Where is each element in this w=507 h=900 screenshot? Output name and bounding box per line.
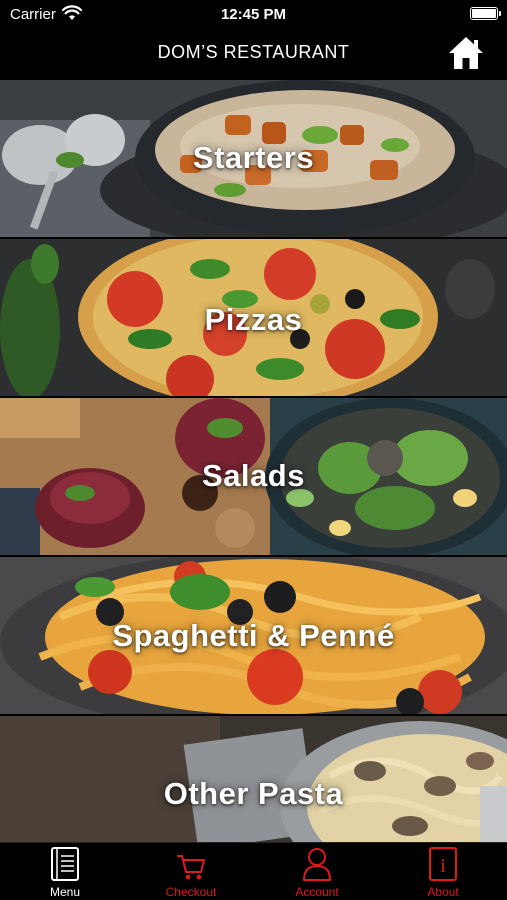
tab-bar: Menu Checkout Account i About <box>0 842 507 900</box>
category-list: Starters Pizzas Salads Spaghetti & Penné… <box>0 80 507 842</box>
menu-book-icon <box>51 847 79 881</box>
navigation-bar: DOM’S RESTAURANT <box>0 30 507 80</box>
clock: 12:45 PM <box>220 6 287 23</box>
category-pizzas[interactable]: Pizzas <box>0 239 507 396</box>
category-spaghetti-penne[interactable]: Spaghetti & Penné <box>0 557 507 714</box>
tab-label: Checkout <box>165 885 217 899</box>
tab-label: Menu <box>49 885 81 899</box>
category-starters[interactable]: Starters <box>0 80 507 237</box>
category-label: Starters <box>192 140 315 175</box>
home-icon[interactable] <box>447 35 485 71</box>
cart-icon <box>177 855 205 880</box>
tab-menu[interactable]: Menu <box>2 843 128 900</box>
category-label: Salads <box>202 458 305 493</box>
category-salads[interactable]: Salads <box>0 398 507 555</box>
page-title: DOM’S RESTAURANT <box>157 42 350 62</box>
category-label: Other Pasta <box>163 776 344 811</box>
category-label: Pizzas <box>204 302 303 337</box>
person-icon <box>303 848 331 881</box>
info-icon: i <box>429 847 457 881</box>
tab-label: About <box>427 885 459 899</box>
battery-icon <box>470 7 501 20</box>
tab-about[interactable]: i About <box>380 843 506 900</box>
status-bar: Carrier 12:45 PM <box>0 0 507 30</box>
svg-text:i: i <box>440 855 446 877</box>
category-label: Spaghetti & Penné <box>112 618 395 653</box>
tab-account[interactable]: Account <box>254 843 380 900</box>
tab-label: Account <box>295 885 339 899</box>
tab-checkout[interactable]: Checkout <box>128 843 254 900</box>
category-other-pasta[interactable]: Other Pasta <box>0 716 507 842</box>
